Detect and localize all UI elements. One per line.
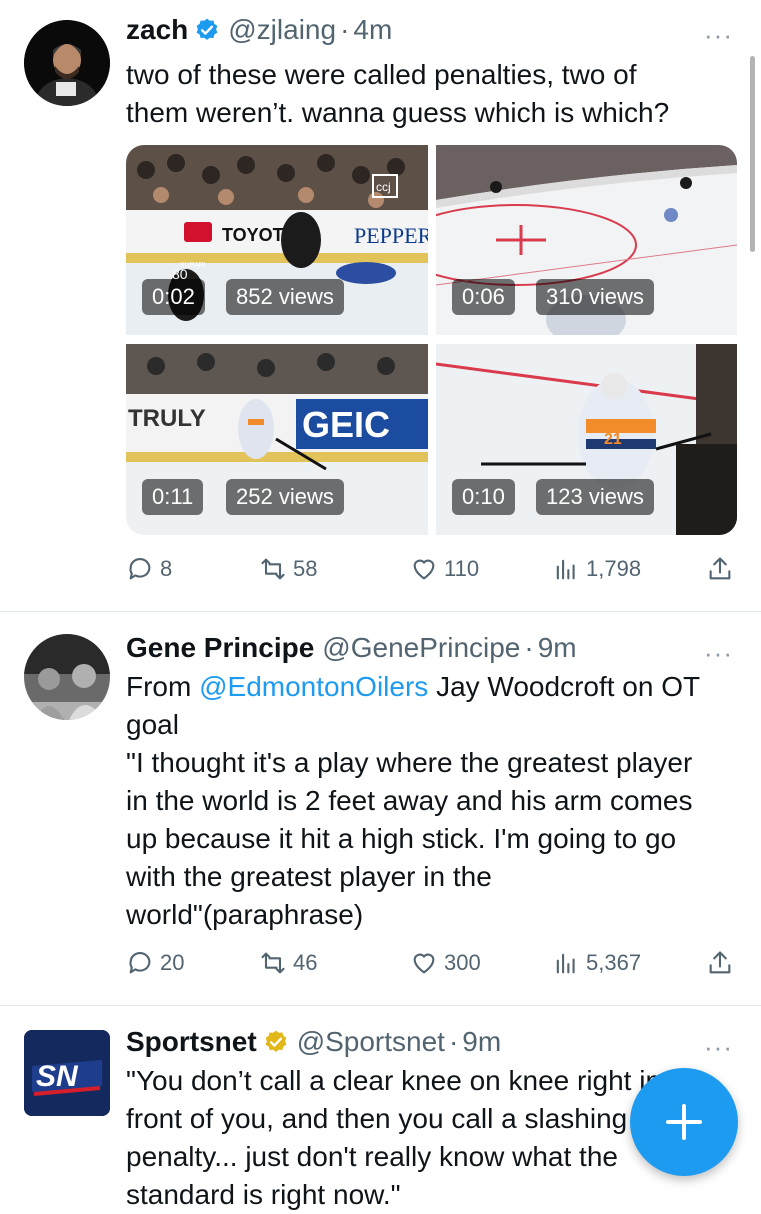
video-duration: 0:10 <box>452 479 515 515</box>
verified-gold-badge-icon <box>263 1029 289 1055</box>
like-count: 110 <box>444 556 480 581</box>
plus-icon <box>666 1104 702 1140</box>
broadcast-logo: ccj <box>376 180 391 194</box>
scrollbar[interactable] <box>750 56 755 252</box>
video-views: 852 views <box>226 279 344 315</box>
views-button[interactable]: 1,798 <box>552 555 641 583</box>
share-button[interactable] <box>706 555 740 583</box>
share-icon <box>709 557 731 580</box>
reply-count: 8 <box>160 556 173 581</box>
reply-icon <box>129 558 151 580</box>
tweet-2[interactable]: Gene Principe @GenePrincipe · 9m ··· Fro… <box>0 612 761 1004</box>
tweet-text: two of these were called penalties, two … <box>126 56 736 132</box>
tweet-text-line: world"(paraphrase) <box>126 899 364 930</box>
retweet-icon <box>261 952 285 974</box>
tweet-text-line: them weren’t. wanna guess which is which… <box>126 97 670 128</box>
share-icon <box>709 951 731 974</box>
mention-link[interactable]: @EdmontonOilers <box>199 671 428 702</box>
tweet-text-line: "I thought it's a play where the greates… <box>126 747 693 778</box>
more-options-icon[interactable]: ··· <box>704 1032 733 1063</box>
timestamp[interactable]: 9m <box>538 632 577 664</box>
separator: · <box>524 632 534 663</box>
retweet-count: 46 <box>293 950 318 975</box>
author-handle[interactable]: @zjlaing <box>228 14 336 46</box>
tweet-actions: 8 58 110 1,798 <box>126 549 738 589</box>
media-grid: TOYOTA PEPPER ccj 80 KUPARI 0:02 852 vie… <box>126 145 737 535</box>
tweet-text-line: two of these were called penalties, two … <box>126 59 637 90</box>
logo-text: SN <box>36 1060 79 1093</box>
board-ad-text: PEPPER <box>354 223 428 248</box>
retweet-count: 58 <box>293 556 318 581</box>
avatar[interactable]: SN <box>24 1030 110 1116</box>
tweet-text-line: From @EdmontonOilers Jay Woodcroft on OT <box>126 668 736 706</box>
retweet-button[interactable]: 46 <box>259 949 317 977</box>
retweet-button[interactable]: 58 <box>259 555 317 583</box>
video-duration: 0:11 <box>142 479 204 515</box>
timestamp[interactable]: 4m <box>353 14 392 46</box>
heart-icon <box>413 953 435 974</box>
jersey-number: 21 <box>604 431 622 448</box>
tweet-text-line: with the greatest player in the <box>126 861 492 892</box>
board-ad-text: TRULY <box>128 405 206 432</box>
view-count: 1,798 <box>586 556 642 581</box>
sportsnet-logo: SN <box>24 1030 110 1116</box>
like-button[interactable]: 110 <box>410 555 479 583</box>
tweet-header: Sportsnet @Sportsnet · 9m <box>126 1026 501 1058</box>
tweet-text-line: up because it hit a high stick. I'm goin… <box>126 823 677 854</box>
author-name[interactable]: Sportsnet <box>126 1026 257 1058</box>
more-options-icon[interactable]: ··· <box>704 20 733 51</box>
video-views: 310 views <box>536 279 654 315</box>
separator: · <box>340 14 350 45</box>
timestamp[interactable]: 9m <box>462 1026 501 1058</box>
tweet-1[interactable]: zach @zjlaing · 4m ··· two of these were… <box>0 0 761 610</box>
video-thumbnail-3[interactable]: TRULY GEIC 0:11 252 views <box>126 344 428 535</box>
reply-icon <box>129 952 151 974</box>
video-thumbnail-2[interactable]: 0:06 310 views <box>436 145 737 335</box>
heart-icon <box>413 559 435 580</box>
video-duration: 0:02 <box>142 279 205 315</box>
compose-tweet-button[interactable] <box>630 1068 738 1176</box>
reply-button[interactable]: 20 <box>126 949 184 977</box>
reply-count: 20 <box>160 950 185 975</box>
text-segment: Jay Woodcroft on OT <box>428 671 701 702</box>
reply-button[interactable]: 8 <box>126 555 172 583</box>
share-button[interactable] <box>706 949 740 977</box>
like-count: 300 <box>444 950 481 975</box>
text-segment: From <box>126 671 200 702</box>
author-handle[interactable]: @Sportsnet <box>297 1026 445 1058</box>
avatar-image <box>24 20 110 106</box>
video-views: 252 views <box>226 479 344 515</box>
analytics-icon <box>556 559 575 580</box>
video-views: 123 views <box>536 479 654 515</box>
avatar[interactable] <box>24 20 110 106</box>
tweet-text-line: standard is right now." <box>126 1179 401 1210</box>
tweet-text-line: in the world is 2 feet away and his arm … <box>126 785 693 816</box>
tweet-text-line: goal <box>126 709 179 740</box>
video-thumbnail-4[interactable]: 21 0:10 123 views <box>436 344 737 535</box>
retweet-icon <box>261 558 285 580</box>
like-button[interactable]: 300 <box>410 949 481 977</box>
video-duration: 0:06 <box>452 279 515 315</box>
video-thumbnail-1[interactable]: TOYOTA PEPPER ccj 80 KUPARI 0:02 852 vie… <box>126 145 428 335</box>
analytics-icon <box>556 953 575 974</box>
author-name[interactable]: zach <box>126 14 188 46</box>
avatar[interactable] <box>24 634 110 720</box>
views-button[interactable]: 5,367 <box>552 949 641 977</box>
verified-badge-icon <box>194 17 220 43</box>
author-name[interactable]: Gene Principe <box>126 632 314 664</box>
tweet-header: zach @zjlaing · 4m <box>126 14 392 46</box>
jersey-name: KUPARI <box>180 262 206 269</box>
tweet-header: Gene Principe @GenePrincipe · 9m <box>126 632 577 664</box>
avatar-image <box>24 634 110 720</box>
separator: · <box>448 1026 459 1057</box>
more-options-icon[interactable]: ··· <box>704 638 733 669</box>
view-count: 5,367 <box>586 950 642 975</box>
tweet-actions: 20 46 300 5,367 <box>126 943 738 983</box>
tweet-text: From @EdmontonOilers Jay Woodcroft on OT… <box>126 668 736 934</box>
board-ad-text: GEIC <box>302 404 390 445</box>
author-handle[interactable]: @GenePrincipe <box>322 632 520 664</box>
